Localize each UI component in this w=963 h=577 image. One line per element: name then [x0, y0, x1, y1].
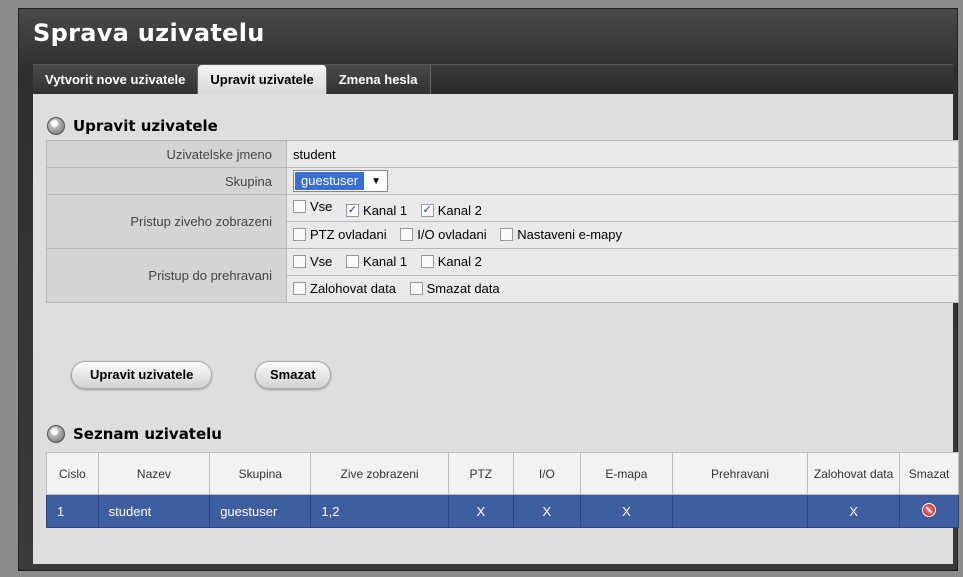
tab-edit-user[interactable]: Upravit uzivatele	[198, 65, 327, 95]
playback-ch2-checkbox[interactable]: Kanal 2	[420, 253, 482, 269]
live-emap-checkbox[interactable]: Nastaveni e-mapy	[500, 227, 622, 242]
tab-create-user[interactable]: Vytvorit nove uzivatele	[33, 65, 199, 95]
checkbox-label: Kanal 2	[437, 253, 482, 269]
playback-access-row-1: Vse Kanal 1 Kanal 2	[286, 248, 959, 276]
group-select-value: guestuser	[295, 172, 365, 190]
page-title: Sprava uzivatelu	[33, 19, 265, 47]
group-cell: guestuser ▼	[286, 167, 959, 195]
user-list-table: Cislo Nazev Skupina Zive zobrazeni PTZ I…	[46, 452, 959, 528]
column-header: Nazev	[97, 452, 211, 495]
column-header: Zive zobrazeni	[310, 452, 449, 495]
checkmark-icon: ✓	[420, 203, 434, 217]
playback-access-label: Pristup do prehravani	[46, 248, 287, 303]
main-window: Sprava uzivatelu Vytvorit nove uzivatele…	[18, 8, 959, 571]
live-access-row-2: PTZ ovladani I/O ovladani Nastaveni e-ma…	[286, 221, 959, 249]
checkbox-label: Kanal 1	[363, 202, 408, 218]
username-value: student	[286, 140, 959, 168]
cell-live: 1,2	[310, 494, 449, 528]
playback-all-checkbox[interactable]: Vse	[293, 254, 332, 269]
live-all-checkbox[interactable]: Vse	[293, 199, 332, 214]
column-header: Cislo	[46, 452, 99, 495]
playback-access-row-2: Zalohovat data Smazat data	[286, 275, 959, 303]
cell-delete	[899, 494, 959, 528]
cell-emap: X	[579, 494, 673, 528]
checkbox-label: Vse	[310, 253, 333, 269]
checkbox-label: Smazat data	[426, 280, 500, 296]
checkbox-label: Vse	[310, 198, 333, 214]
playback-ch1-checkbox[interactable]: Kanal 1	[346, 254, 407, 269]
cell-ptz: X	[447, 494, 514, 528]
content-panel: Upravit uzivatele Uzivatelske jmeno stud…	[33, 94, 959, 564]
checkbox-label: PTZ ovladani	[310, 226, 387, 242]
playback-delete-checkbox[interactable]: Smazat data	[409, 280, 500, 296]
checkbox-box	[293, 281, 306, 295]
delete-user-button[interactable]: Smazat	[255, 361, 331, 389]
checkbox-label: Nastaveni e-mapy	[517, 226, 622, 242]
username-label: Uzivatelske jmeno	[46, 140, 287, 168]
cell-number: 1	[46, 494, 99, 528]
live-ptz-checkbox[interactable]: PTZ ovladani	[293, 227, 387, 242]
disc-icon	[47, 425, 65, 443]
table-row[interactable]: 1 student guestuser 1,2 X X X X	[46, 494, 959, 528]
group-select[interactable]: guestuser ▼	[293, 170, 389, 192]
column-header: I/O	[512, 452, 581, 495]
column-header: Prehravani	[671, 452, 809, 495]
list-section-title: Seznam uzivatelu	[73, 425, 222, 443]
column-header: Skupina	[209, 452, 312, 495]
column-header: Zalohovat data	[807, 452, 901, 495]
live-ch2-checkbox[interactable]: ✓ Kanal 2	[420, 202, 482, 218]
live-access-label: Pristup ziveho zobrazeni	[46, 194, 287, 249]
cell-playback	[671, 494, 809, 528]
checkbox-box	[420, 254, 434, 268]
checkbox-box	[293, 199, 306, 213]
group-label: Skupina	[46, 167, 287, 195]
chevron-down-icon: ▼	[371, 175, 382, 187]
list-section-heading: Seznam uzivatelu	[47, 422, 222, 446]
playback-backup-checkbox[interactable]: Zalohovat data	[293, 281, 396, 296]
checkbox-label: Zalohovat data	[310, 280, 397, 296]
cell-group: guestuser	[209, 494, 312, 528]
delete-icon[interactable]	[922, 502, 937, 517]
checkbox-box	[500, 227, 514, 241]
cell-name: student	[97, 494, 211, 528]
checkbox-box	[293, 254, 306, 268]
checkbox-label: Kanal 2	[437, 202, 482, 218]
live-access-row-1: Vse ✓ Kanal 1 ✓ Kanal 2	[286, 194, 959, 222]
live-io-checkbox[interactable]: I/O ovladani	[400, 226, 487, 242]
checkbox-box	[293, 227, 306, 241]
checkbox-box	[400, 227, 414, 241]
column-header: PTZ	[447, 452, 514, 495]
checkmark-icon: ✓	[346, 203, 360, 217]
live-ch1-checkbox[interactable]: ✓ Kanal 1	[346, 203, 407, 218]
tab-change-password[interactable]: Zmena hesla	[326, 65, 431, 95]
column-header: E-mapa	[579, 452, 673, 495]
tab-bar: Vytvorit nove uzivatele Upravit uzivatel…	[33, 64, 953, 95]
checkbox-label: Kanal 1	[363, 253, 408, 269]
edit-user-button[interactable]: Upravit uzivatele	[71, 361, 213, 389]
cell-backup: X	[807, 494, 901, 528]
table-header-row: Cislo Nazev Skupina Zive zobrazeni PTZ I…	[46, 452, 959, 495]
edit-user-form: Uzivatelske jmeno student Skupina guestu…	[46, 140, 959, 303]
disc-icon	[47, 117, 65, 135]
cell-io: X	[512, 494, 581, 528]
checkbox-box	[409, 281, 423, 295]
edit-section-heading: Upravit uzivatele	[47, 114, 218, 138]
checkbox-box	[346, 254, 360, 268]
checkbox-label: I/O ovladani	[417, 226, 487, 242]
column-header: Smazat	[899, 452, 959, 495]
edit-section-title: Upravit uzivatele	[73, 117, 218, 135]
